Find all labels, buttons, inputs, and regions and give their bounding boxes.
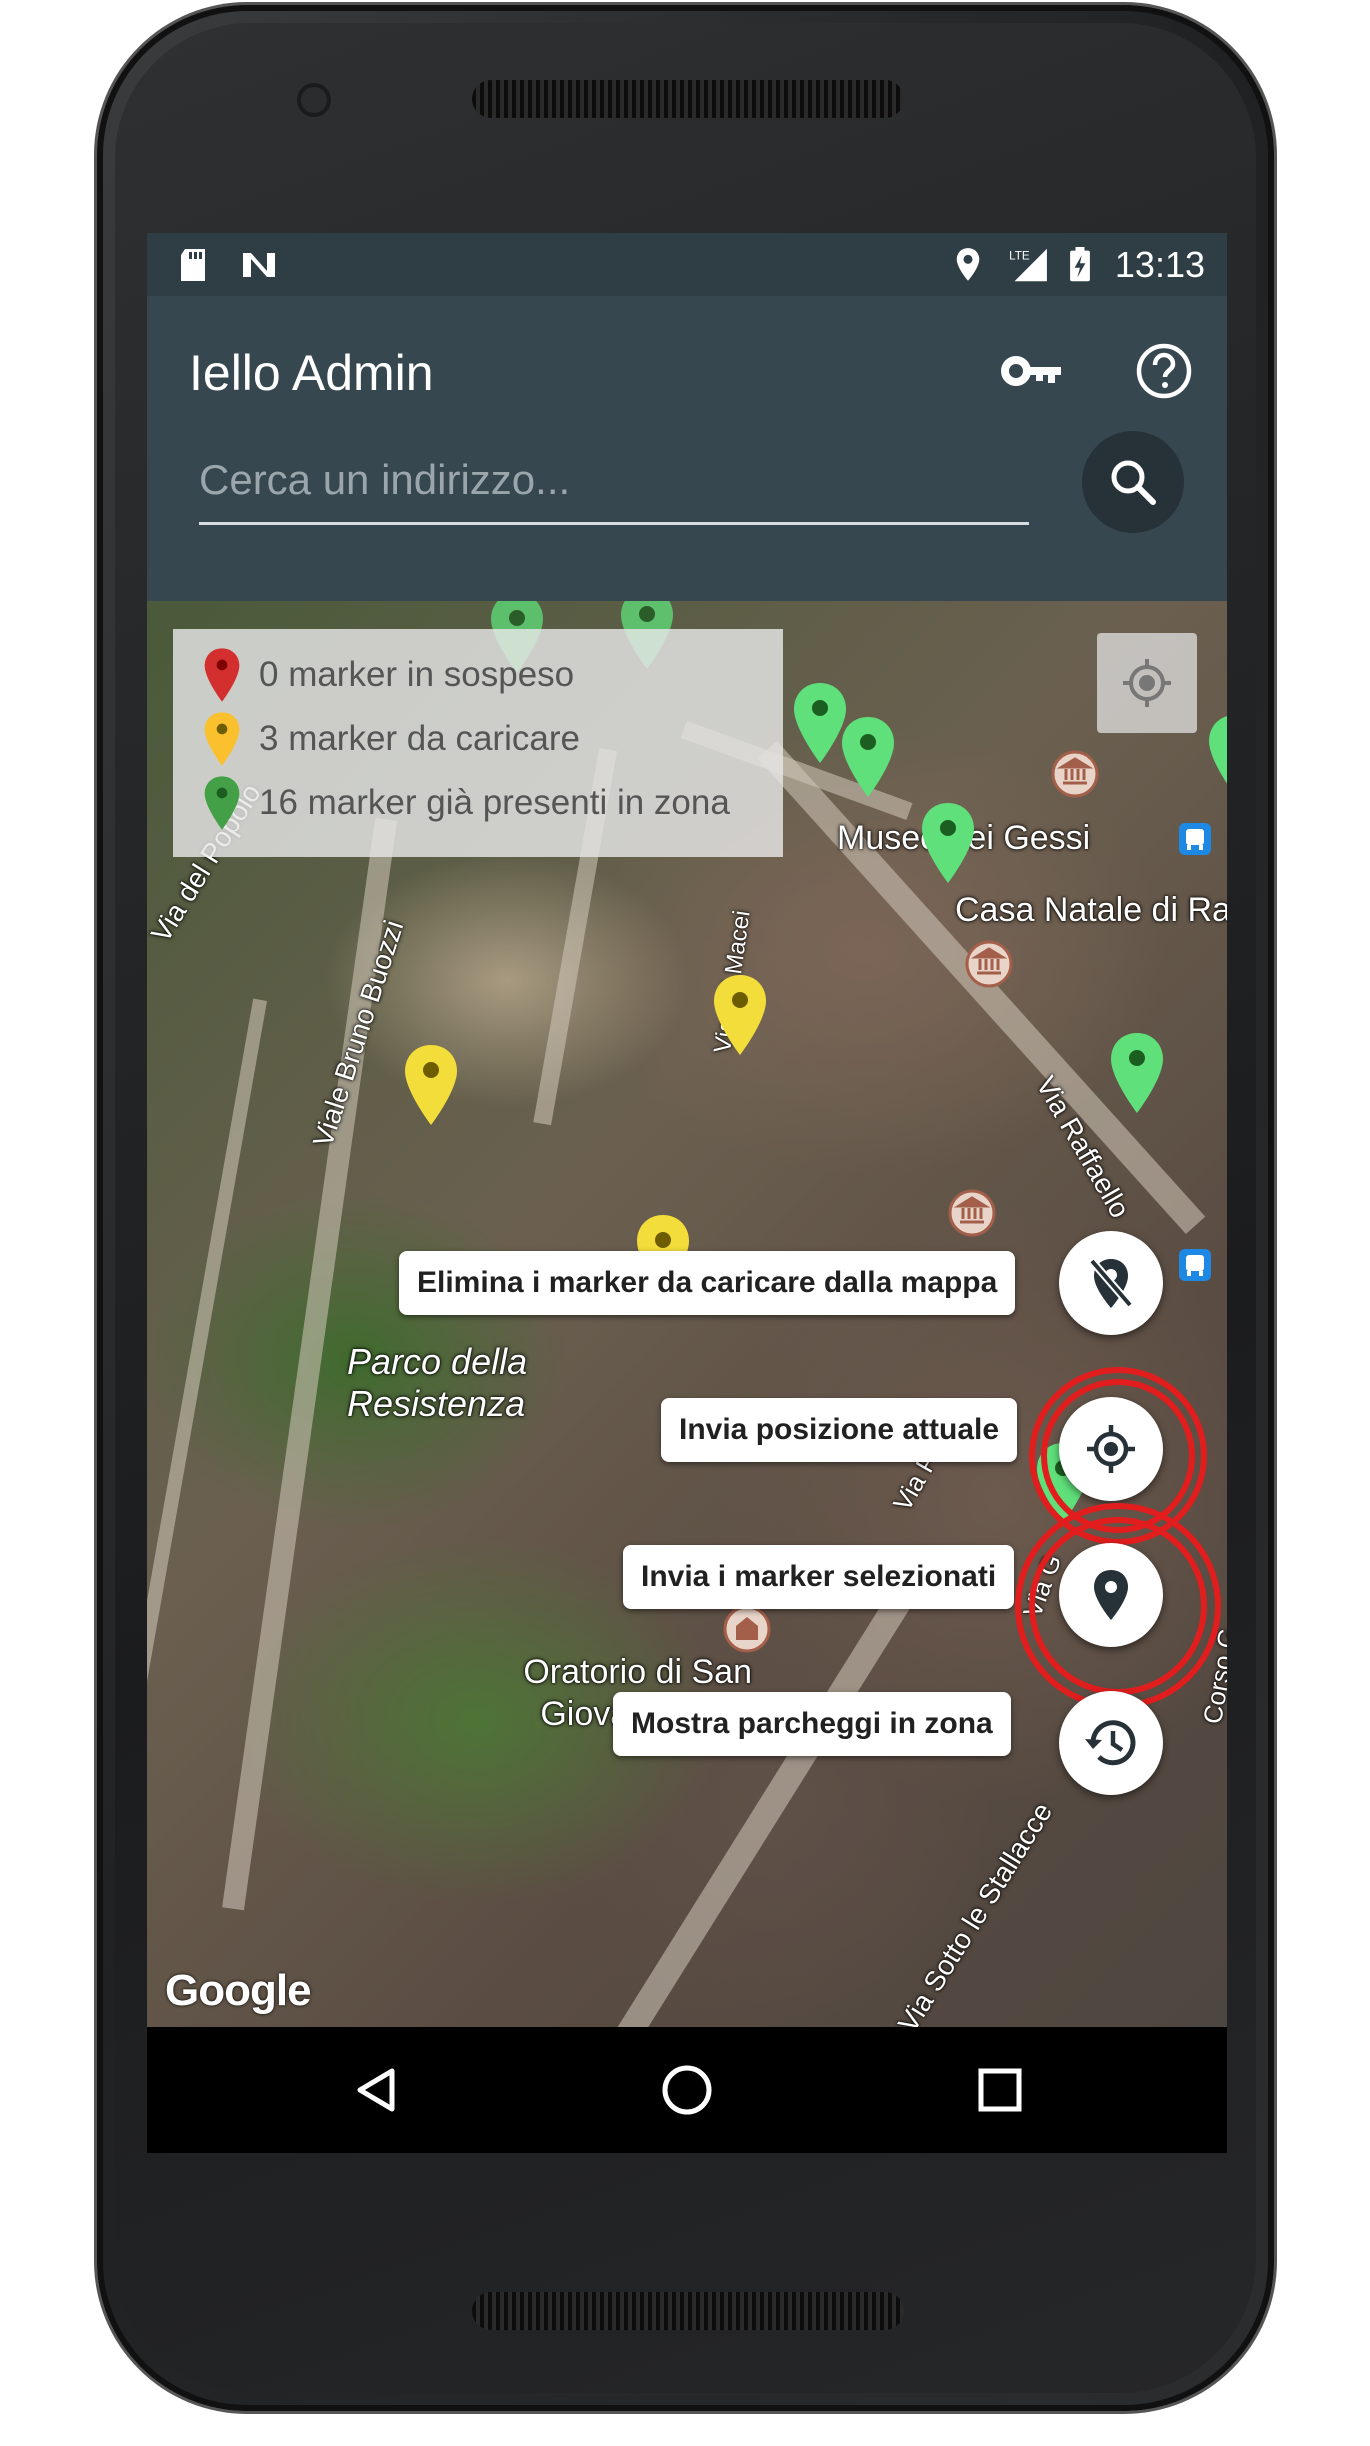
show-parking-button[interactable] (1059, 1691, 1163, 1795)
delete-markers-button[interactable] (1059, 1231, 1163, 1335)
search-icon (1111, 460, 1156, 505)
green-marker-icon (204, 776, 240, 830)
bottom-speaker-grille (472, 2292, 904, 2330)
top-speaker-grille (472, 80, 904, 118)
marker-legend: 0 marker in sospeso 3 marker da caricare… (173, 629, 783, 857)
my-location-button[interactable] (1097, 633, 1197, 733)
key-button[interactable] (997, 336, 1067, 406)
green-marker[interactable] (840, 715, 896, 799)
location-icon (956, 248, 980, 281)
yellow-marker[interactable] (403, 1043, 459, 1127)
help-button[interactable] (1129, 336, 1199, 406)
lte-signal-icon: LTE (1009, 248, 1047, 282)
legend-label: 0 marker in sospeso (259, 655, 575, 694)
back-button[interactable] (342, 2055, 412, 2125)
phone-screen: LTE 13:13 Iello Admin Cerca un indirizzo… (147, 233, 1227, 2153)
navigation-bar (147, 2027, 1227, 2153)
gps-fixed-icon (1087, 1425, 1135, 1473)
yellow-marker-icon (204, 712, 240, 766)
send-position-button[interactable] (1059, 1397, 1163, 1501)
my-location-icon (1123, 659, 1171, 707)
home-icon (662, 2065, 712, 2115)
park-label: Parco della Resistenza (347, 1341, 528, 1424)
status-bar: LTE 13:13 (147, 233, 1227, 296)
help-icon (1136, 343, 1192, 399)
clock: 13:13 (1114, 244, 1205, 285)
send-markers-button[interactable] (1059, 1543, 1163, 1647)
battery-charging-icon (1070, 247, 1090, 282)
search-input[interactable] (199, 442, 1019, 518)
front-camera (297, 83, 331, 117)
google-attribution: Google (165, 1966, 312, 2015)
history-icon (1085, 1720, 1136, 1766)
fab-label-delete-markers[interactable]: Elimina i marker da caricare dalla mappa (399, 1251, 1016, 1315)
recents-button[interactable] (965, 2055, 1035, 2125)
svg-text:LTE: LTE (1009, 250, 1030, 263)
museum-poi-icon[interactable] (947, 1188, 997, 1238)
nfc-icon (243, 253, 275, 277)
green-marker[interactable] (1109, 1031, 1165, 1115)
bus-stop-icon[interactable] (1177, 1247, 1213, 1283)
yellow-marker[interactable] (712, 973, 768, 1057)
app-bar: Iello Admin (147, 296, 1227, 601)
back-icon (357, 2068, 395, 2112)
sd-card-icon (181, 249, 205, 281)
legend-item: 3 marker da caricare (203, 711, 580, 767)
place-icon (1094, 1570, 1128, 1620)
fab-label-send-markers[interactable]: Invia i marker selezionati (623, 1545, 1015, 1609)
fab-label-send-position[interactable]: Invia posizione attuale (661, 1398, 1018, 1462)
red-marker-icon (204, 648, 240, 702)
street-label: Via Sotto le Stallacce (892, 1797, 1059, 2027)
bus-stop-icon[interactable] (1177, 821, 1213, 857)
church-poi-icon[interactable] (722, 1604, 772, 1654)
app-title: Iello Admin (189, 345, 434, 401)
search-field[interactable] (199, 442, 1029, 525)
location-off-icon (1088, 1258, 1134, 1308)
legend-label: 3 marker da caricare (259, 719, 580, 758)
key-icon (1001, 356, 1061, 386)
legend-label: 16 marker già presenti in zona (259, 783, 730, 822)
home-button[interactable] (652, 2055, 722, 2125)
museum-poi-icon[interactable] (1050, 749, 1100, 799)
map-view[interactable]: Via del Popolo Viale Bruno Buozzi Via de… (147, 601, 1227, 2027)
poi-label: Casa Natale di Ra (955, 891, 1227, 929)
legend-item: 16 marker già presenti in zona (203, 775, 730, 831)
legend-item: 0 marker in sospeso (203, 647, 574, 703)
search-button[interactable] (1082, 431, 1184, 533)
green-marker[interactable] (1207, 713, 1227, 797)
fab-label-show-parking[interactable]: Mostra parcheggi in zona (613, 1692, 1011, 1756)
green-marker[interactable] (920, 801, 976, 885)
recents-icon (978, 2068, 1022, 2112)
museum-poi-icon[interactable] (964, 939, 1014, 989)
